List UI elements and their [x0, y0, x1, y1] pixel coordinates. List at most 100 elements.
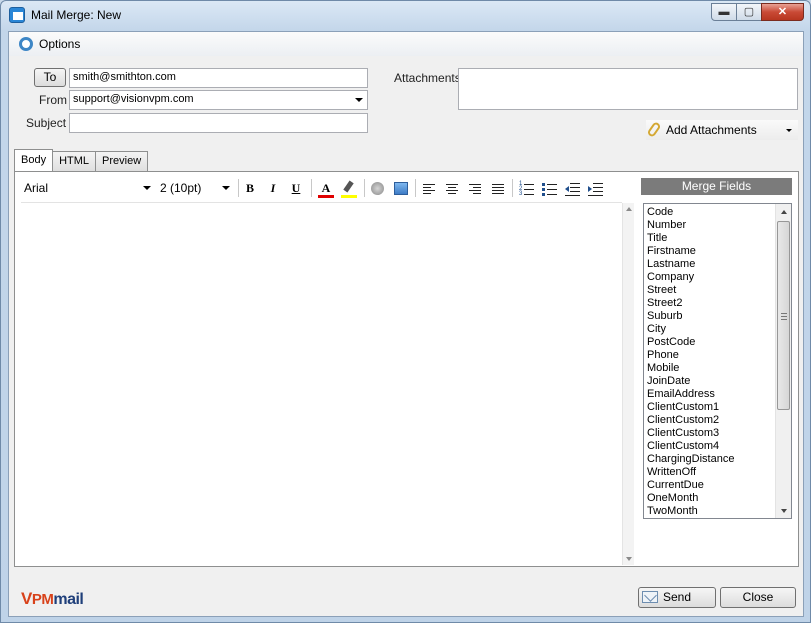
align-center-button[interactable]: [443, 180, 461, 197]
options-menu[interactable]: Options: [9, 32, 803, 56]
font-size-dropdown[interactable]: 2 (10pt): [157, 178, 234, 198]
font-color-button[interactable]: A: [317, 180, 335, 198]
editor-scrollbar[interactable]: [622, 203, 634, 565]
from-dropdown[interactable]: support@visionvpm.com: [69, 90, 368, 110]
image-icon: [394, 182, 408, 195]
bullet-list-button[interactable]: [541, 180, 559, 197]
merge-field-item[interactable]: EmailAddress: [647, 388, 775, 401]
merge-field-item[interactable]: Suburb: [647, 310, 775, 323]
merge-field-item[interactable]: ClientCustom3: [647, 427, 775, 440]
subject-label: Subject: [26, 116, 67, 130]
title-bar: Mail Merge: New ▬ ▢ ✕: [1, 1, 810, 29]
send-mail-icon: [642, 591, 658, 603]
align-center-icon: [446, 184, 458, 185]
scroll-down-icon[interactable]: [626, 557, 632, 561]
merge-field-item[interactable]: WrittenOff: [647, 466, 775, 479]
merge-field-item[interactable]: Phone: [647, 349, 775, 362]
merge-fields-scrollbar[interactable]: [775, 204, 791, 518]
attachments-list[interactable]: [458, 68, 798, 110]
font-color-icon: A: [321, 181, 331, 195]
chevron-down-icon: [143, 186, 151, 190]
tab-html[interactable]: HTML: [52, 151, 97, 171]
justify-button[interactable]: [489, 180, 507, 197]
from-value: support@visionvpm.com: [73, 93, 194, 105]
indent-button[interactable]: [587, 180, 605, 197]
justify-icon: [492, 184, 504, 185]
merge-field-item[interactable]: Number: [647, 219, 775, 232]
toolbar-separator: [415, 179, 416, 197]
send-button[interactable]: Send: [638, 587, 716, 608]
merge-field-item[interactable]: CurrentDue: [647, 479, 775, 492]
highlighter-icon: [343, 180, 354, 193]
merge-field-item[interactable]: JoinDate: [647, 375, 775, 388]
merge-field-item[interactable]: TwoMonth: [647, 505, 775, 518]
add-attachments-label: Add Attachments: [666, 123, 757, 137]
merge-field-item[interactable]: ClientCustom4: [647, 440, 775, 453]
merge-field-item[interactable]: PostCode: [647, 336, 775, 349]
scroll-down-icon[interactable]: [781, 509, 787, 513]
merge-field-item[interactable]: Street2: [647, 297, 775, 310]
merge-fields-items: Code Number Title Firstname Lastname Company S…: [647, 206, 775, 518]
merge-field-item[interactable]: Street: [647, 284, 775, 297]
align-left-icon: [423, 184, 435, 185]
send-label: Send: [663, 590, 692, 604]
scroll-thumb[interactable]: [777, 221, 790, 410]
mail-merge-window: Mail Merge: New ▬ ▢ ✕ Options To smith@s…: [0, 0, 811, 623]
numbered-list-button[interactable]: 123: [518, 180, 536, 197]
toolbar-separator: [311, 179, 312, 197]
merge-field-item[interactable]: City: [647, 323, 775, 336]
chevron-down-icon: [222, 186, 230, 190]
highlight-color-button[interactable]: [340, 180, 358, 198]
merge-fields-list[interactable]: Code Number Title Firstname Lastname Company S…: [643, 203, 792, 519]
chevron-down-icon: [786, 129, 792, 132]
merge-field-item[interactable]: ClientCustom1: [647, 401, 775, 414]
bold-button[interactable]: B: [241, 180, 259, 197]
close-button[interactable]: Close: [720, 587, 796, 608]
scroll-up-icon[interactable]: [626, 207, 632, 211]
font-family-value: Arial: [24, 181, 49, 195]
link-icon: [371, 182, 384, 195]
close-window-button[interactable]: ✕: [761, 3, 804, 21]
numbered-list-icon: 123: [519, 181, 523, 197]
minimize-button[interactable]: ▬: [711, 3, 737, 21]
to-button[interactable]: To: [34, 68, 66, 87]
tab-body[interactable]: Body: [14, 149, 54, 171]
add-attachments-button[interactable]: Add Attachments: [646, 120, 798, 140]
underline-button[interactable]: U: [287, 180, 305, 197]
font-size-value: 2 (10pt): [160, 181, 202, 195]
font-color-swatch: [318, 195, 334, 198]
italic-button[interactable]: I: [264, 180, 282, 197]
chevron-down-icon: [355, 98, 363, 102]
merge-field-item[interactable]: ClientCustom2: [647, 414, 775, 427]
merge-field-item[interactable]: Mobile: [647, 362, 775, 375]
insert-image-button[interactable]: [392, 180, 410, 197]
insert-link-button[interactable]: [369, 180, 387, 197]
message-body-editor[interactable]: [21, 202, 634, 565]
align-right-button[interactable]: [466, 180, 484, 197]
options-label: Options: [39, 37, 81, 51]
merge-field-item[interactable]: ChargingDistance: [647, 453, 775, 466]
window-title: Mail Merge: New: [31, 8, 122, 22]
from-label: From: [39, 93, 67, 107]
scroll-up-icon[interactable]: [781, 210, 787, 214]
merge-field-item[interactable]: Lastname: [647, 258, 775, 271]
merge-field-item[interactable]: OneMonth: [647, 492, 775, 505]
align-left-button[interactable]: [420, 180, 438, 197]
subject-field[interactable]: [69, 113, 368, 133]
merge-field-item[interactable]: Company: [647, 271, 775, 284]
highlight-color-swatch: [341, 195, 357, 198]
toolbar-separator: [238, 179, 239, 197]
merge-field-item[interactable]: Code: [647, 206, 775, 219]
indent-icon: [588, 186, 592, 192]
toolbar-separator: [364, 179, 365, 197]
maximize-button[interactable]: ▢: [736, 3, 762, 21]
merge-field-item[interactable]: Title: [647, 232, 775, 245]
outdent-icon: [565, 186, 569, 192]
font-family-dropdown[interactable]: Arial: [21, 178, 155, 198]
paperclip-icon: [646, 121, 662, 138]
outdent-button[interactable]: [564, 180, 582, 197]
to-field[interactable]: smith@smithton.com: [69, 68, 368, 88]
vpmmail-logo: VPMmail: [21, 589, 84, 608]
merge-field-item[interactable]: Firstname: [647, 245, 775, 258]
tab-preview[interactable]: Preview: [95, 151, 149, 171]
